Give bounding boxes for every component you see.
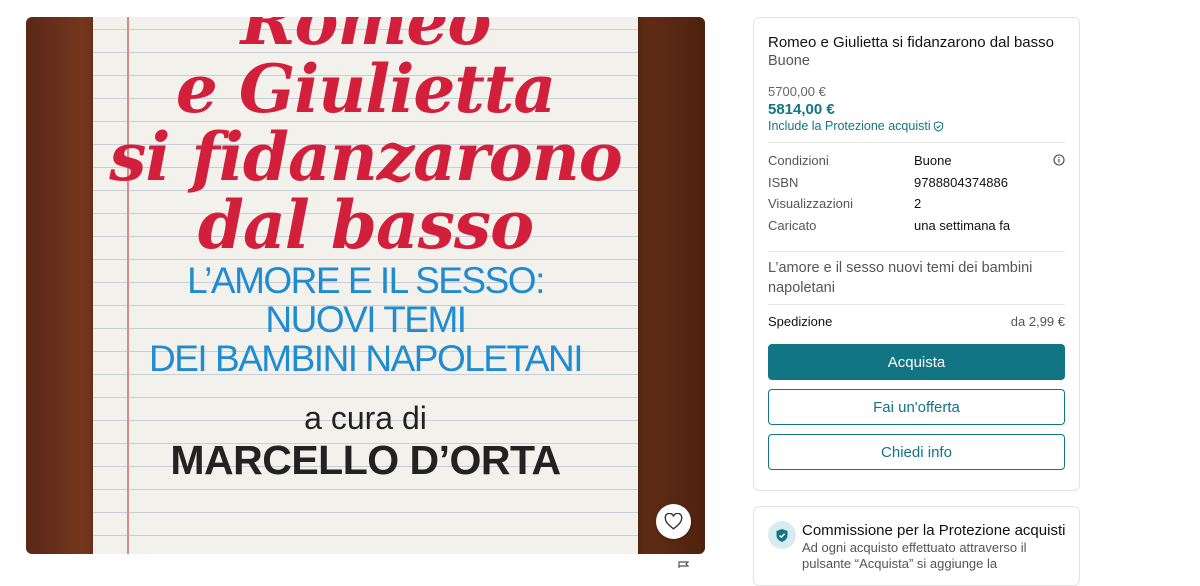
detail-row-uploaded: Caricato una settimana fa — [768, 218, 1065, 240]
cover-title: Romeo e Giulietta si fidanzarono dal bas… — [109, 17, 623, 264]
shield-check-icon — [776, 528, 788, 542]
detail-value: 9788804374886 — [914, 174, 1008, 190]
protection-card: Commissione per la Protezione acquisti A… — [753, 506, 1080, 586]
item-details: Condizioni Buone ISBN 9788804374886 Visu… — [768, 153, 1065, 239]
cover-curator: a cura di — [304, 400, 427, 436]
detail-value: una settimana fa — [914, 217, 1011, 233]
detail-label: Visualizzazioni — [768, 196, 854, 211]
info-icon[interactable] — [1053, 154, 1065, 166]
item-title: Romeo e Giulietta si fidanzarono dal bas… — [768, 34, 1054, 51]
book-cover: Romeo e Giulietta si fidanzarono dal bas… — [93, 17, 638, 554]
buy-button[interactable]: Acquista — [768, 344, 1065, 380]
price-with-protection: 5814,00 € — [768, 101, 835, 118]
divider — [768, 304, 1065, 305]
detail-row-isbn: ISBN 9788804374886 — [768, 175, 1065, 197]
item-price: 5700,00 € — [768, 84, 826, 99]
product-photo[interactable]: Romeo e Giulietta si fidanzarono dal bas… — [26, 17, 705, 554]
divider — [768, 142, 1065, 143]
protection-link[interactable]: Include la Protezione acquisti — [768, 119, 944, 133]
detail-value: 2 — [914, 196, 922, 211]
flag-icon[interactable] — [678, 561, 690, 568]
detail-label: ISBN — [768, 174, 799, 190]
shield-icon — [933, 120, 943, 132]
divider — [768, 251, 1065, 252]
detail-row-views: Visualizzazioni 2 — [768, 196, 1065, 218]
protection-card-title: Commissione per la Protezione acquisti — [802, 522, 1066, 539]
favorite-button[interactable] — [656, 504, 691, 539]
detail-label: Condizioni — [768, 153, 829, 168]
shipping-label: Spedizione — [768, 314, 833, 329]
detail-row-condition: Condizioni Buone — [768, 153, 1065, 175]
item-description: L’amore e il sesso nuovi temi dei bambin… — [768, 260, 1033, 296]
protection-badge — [768, 521, 796, 549]
detail-value: Buone — [914, 153, 952, 168]
make-offer-button[interactable]: Fai un'offerta — [768, 389, 1065, 425]
heart-icon — [664, 513, 683, 530]
cover-subtitle: L’AMORE E IL SESSO: NUOVI TEMI DEI BAMBI… — [148, 260, 584, 379]
item-info-card: Romeo e Giulietta si fidanzarono dal bas… — [753, 17, 1080, 491]
protection-card-text: Ad ogni acquisto effettuato attraverso i… — [802, 540, 1027, 571]
detail-label: Caricato — [768, 217, 817, 233]
shipping-price: da 2,99 € — [1010, 314, 1065, 329]
ask-info-button[interactable]: Chiedi info — [768, 434, 1065, 470]
item-condition-subtitle: Buone — [768, 53, 810, 69]
cover-author: MARCELLO D’ORTA — [170, 437, 561, 483]
protection-link-label: Include la Protezione acquisti — [768, 119, 931, 133]
